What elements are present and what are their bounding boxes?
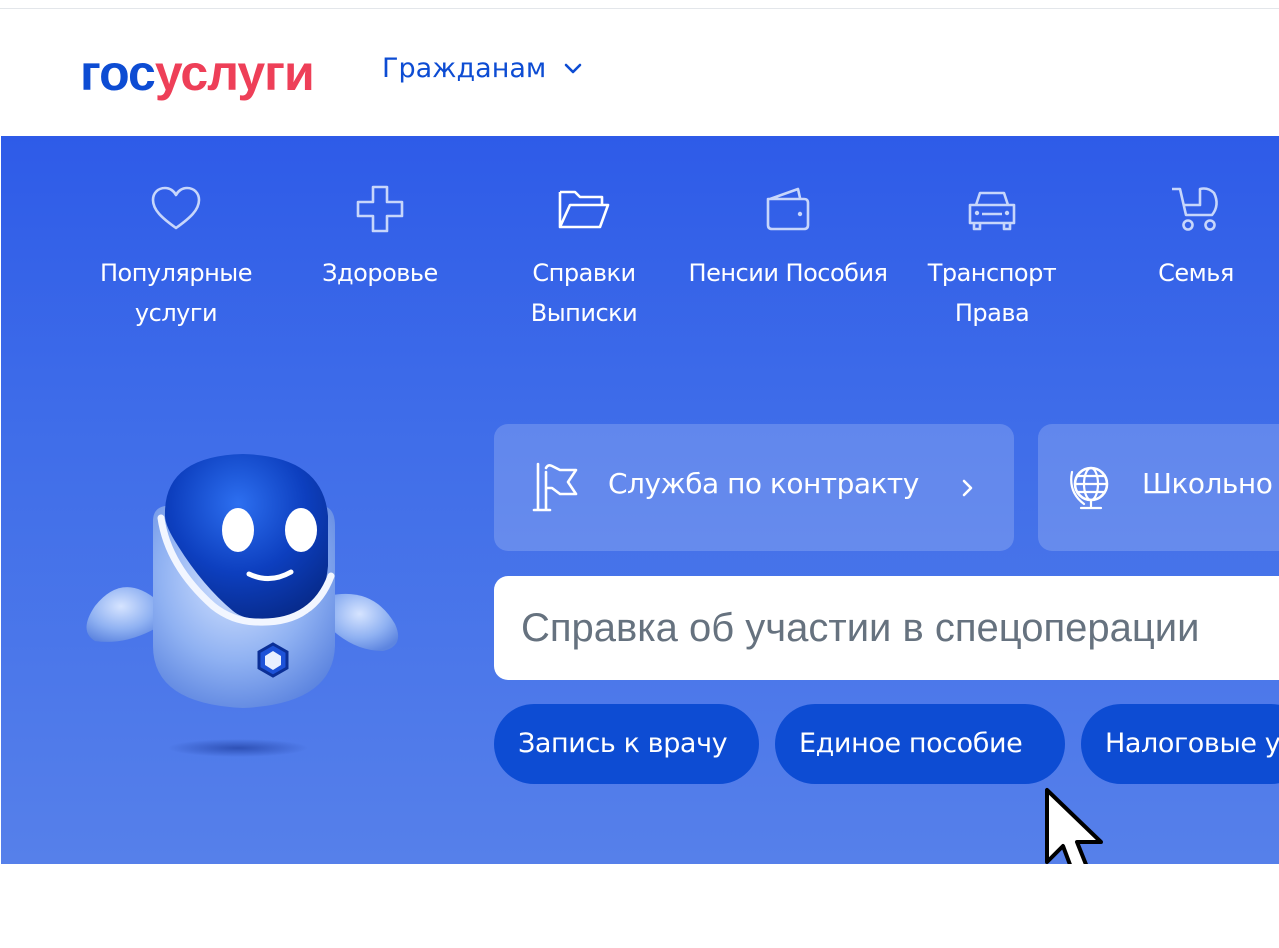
wallet-icon — [766, 187, 810, 231]
category-popular[interactable]: Популярные услуги — [76, 181, 276, 333]
category-health-label: Здоровье — [322, 259, 438, 287]
category-certificates-label: Справки Выписки — [530, 259, 638, 327]
car-icon — [968, 191, 1016, 231]
category-family[interactable]: Семья — [1096, 181, 1279, 293]
category-popular-label: Популярные услуги — [99, 259, 253, 327]
category-pensions-label: Пенсии Пособия — [688, 259, 888, 287]
category-transport[interactable]: Транспорт Права — [892, 181, 1092, 333]
health-cross-icon — [356, 185, 404, 233]
logo-part-uslugi: услуги — [154, 45, 315, 101]
search-input[interactable] — [494, 576, 1279, 680]
service-card-school[interactable]: Школьно — [1038, 424, 1279, 551]
quick-chip-benefit[interactable]: Единое пособие — [775, 704, 1065, 784]
chevron-down-icon — [564, 63, 582, 73]
globe-icon — [1070, 466, 1109, 510]
quick-chip-doctor[interactable]: Запись к врачу — [494, 704, 759, 784]
quick-chip-tax[interactable]: Налоговые у — [1081, 704, 1279, 784]
category-transport-label: Транспорт Права — [927, 259, 1057, 327]
category-certificates[interactable]: Справки Выписки — [484, 181, 684, 333]
gosuslugi-logo[interactable]: госуслуги — [80, 43, 315, 103]
audience-dropdown[interactable]: Гражданам — [382, 53, 586, 84]
category-health[interactable]: Здоровье — [280, 181, 480, 293]
flag-icon — [532, 462, 578, 512]
folder-icon — [558, 190, 610, 229]
stroller-icon — [1172, 187, 1218, 231]
mouse-cursor-icon — [1045, 788, 1103, 864]
heart-icon — [151, 186, 201, 230]
audience-dropdown-label: Гражданам — [382, 53, 547, 84]
site-header: госуслуги Гражданам — [0, 9, 1279, 136]
service-card-school-label: Школьно — [1142, 467, 1273, 500]
search-box[interactable] — [494, 576, 1279, 680]
service-card-contract[interactable]: Служба по контракту — [494, 424, 1014, 551]
logo-part-gos: гос — [80, 45, 156, 101]
service-card-contract-label: Служба по контракту — [608, 467, 919, 500]
hero-section: Популярные услуги Здоровье Справки Выпис… — [1, 136, 1279, 864]
chevron-right-icon — [962, 479, 973, 497]
robot-mascot — [86, 454, 399, 757]
category-pensions[interactable]: Пенсии Пособия — [688, 181, 888, 293]
category-family-label: Семья — [1158, 259, 1234, 287]
